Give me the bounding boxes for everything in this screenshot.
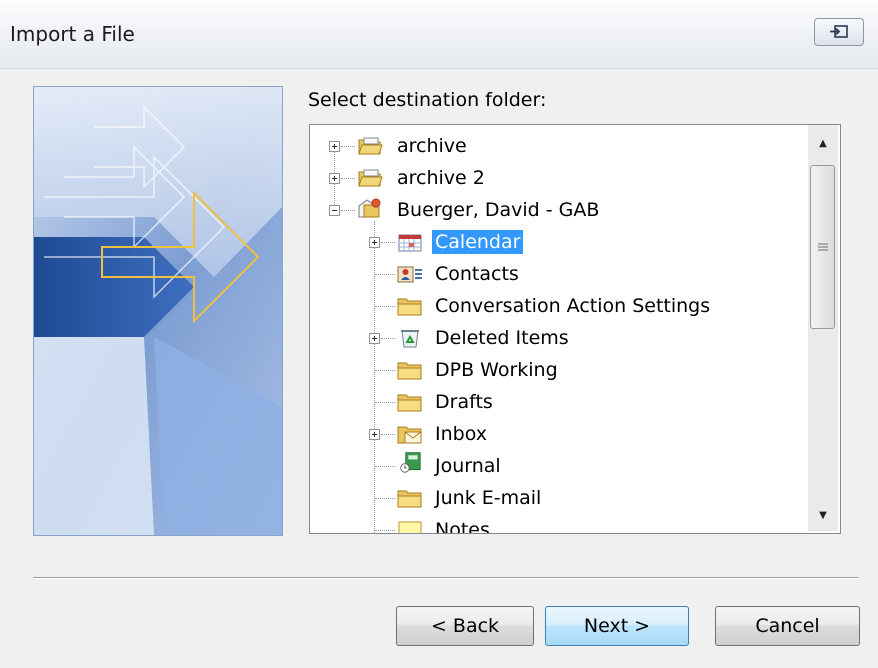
tree-item-notes[interactable]: Notes — [432, 515, 493, 533]
journal-icon — [400, 452, 421, 473]
tree-item-archive-2[interactable]: archive 2 — [394, 163, 488, 193]
tree-item-drafts[interactable]: Drafts — [432, 387, 496, 417]
collapse-toggle-mailbox[interactable] — [329, 205, 340, 216]
title-bar: Import a File — [0, 0, 878, 69]
expand-toggle-inbox[interactable] — [369, 429, 380, 440]
expand-toggle-archive-2[interactable] — [329, 173, 340, 184]
expand-toggle-deleted-items[interactable] — [369, 333, 380, 344]
expand-toggle-archive[interactable] — [329, 141, 340, 152]
tree-connector — [374, 221, 375, 533]
folder-tree[interactable]: archive archive 2 Buerger, David - GAB C… — [309, 124, 841, 534]
recycle-bin-icon — [401, 330, 419, 348]
scroll-up-arrow-icon[interactable]: ▲ — [808, 129, 838, 157]
pst-folder-icon — [358, 169, 383, 187]
tree-item-junk-email[interactable]: Junk E-mail — [432, 483, 544, 513]
tree-item-archive[interactable]: archive — [394, 131, 470, 161]
tree-item-deleted-items[interactable]: Deleted Items — [432, 323, 572, 353]
tree-item-mailbox[interactable]: Buerger, David - GAB — [394, 195, 602, 225]
wizard-banner-image — [33, 86, 283, 536]
inbox-icon — [397, 426, 422, 444]
folder-icon — [397, 362, 422, 380]
footer-separator — [33, 577, 859, 579]
restore-button[interactable] — [814, 18, 864, 46]
folder-icon — [397, 298, 422, 316]
expand-toggle-calendar[interactable] — [369, 237, 380, 248]
tree-item-inbox[interactable]: Inbox — [432, 419, 490, 449]
scroll-thumb[interactable] — [810, 165, 835, 329]
grip-icon — [817, 243, 828, 251]
tree-item-dpb-working[interactable]: DPB Working — [432, 355, 561, 385]
window-title: Import a File — [10, 22, 135, 46]
pst-folder-icon — [358, 137, 383, 155]
notes-icon — [398, 521, 422, 533]
tree-item-contacts[interactable]: Contacts — [432, 259, 522, 289]
restore-icon — [830, 25, 848, 38]
cancel-button[interactable]: Cancel — [715, 606, 860, 646]
destination-prompt: Select destination folder: — [308, 89, 547, 111]
tree-item-calendar[interactable]: Calendar — [432, 227, 524, 257]
tree-item-journal[interactable]: Journal — [432, 451, 504, 481]
next-button[interactable]: Next > — [545, 606, 689, 646]
scroll-down-arrow-icon[interactable]: ▼ — [808, 501, 838, 529]
contacts-icon — [397, 266, 422, 283]
back-button[interactable]: < Back — [396, 606, 534, 646]
folder-icon — [397, 490, 422, 508]
folder-icon — [397, 394, 422, 412]
mailbox-icon — [358, 198, 381, 218]
calendar-icon — [398, 234, 422, 252]
tree-item-conversation-action-settings[interactable]: Conversation Action Settings — [432, 291, 713, 321]
tree-vertical-scrollbar[interactable]: ▲ ▼ — [808, 125, 838, 531]
